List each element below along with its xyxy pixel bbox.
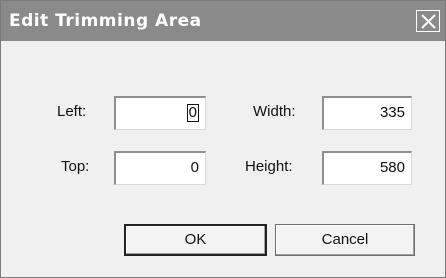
left-label: Left:	[57, 103, 87, 120]
width-label: Width:	[253, 103, 296, 120]
close-button[interactable]	[416, 10, 440, 32]
left-input[interactable]: 0	[114, 96, 206, 130]
height-input[interactable]: 580	[322, 151, 412, 185]
top-value: 0	[190, 159, 199, 176]
top-input[interactable]: 0	[114, 151, 206, 185]
ok-button[interactable]: OK	[124, 224, 267, 256]
height-label: Height:	[245, 158, 293, 175]
height-value: 580	[379, 159, 405, 176]
width-value: 335	[379, 104, 405, 121]
dialog-title: Edit Trimming Area	[9, 11, 202, 31]
width-input[interactable]: 335	[322, 96, 412, 130]
edit-trimming-area-dialog: Edit Trimming Area Left: 0 Width: 335 To…	[0, 0, 446, 278]
left-value: 0	[186, 104, 199, 122]
cancel-button[interactable]: Cancel	[275, 224, 415, 256]
close-icon	[421, 14, 436, 29]
top-label: Top:	[61, 158, 90, 175]
title-bar[interactable]: Edit Trimming Area	[1, 1, 445, 41]
